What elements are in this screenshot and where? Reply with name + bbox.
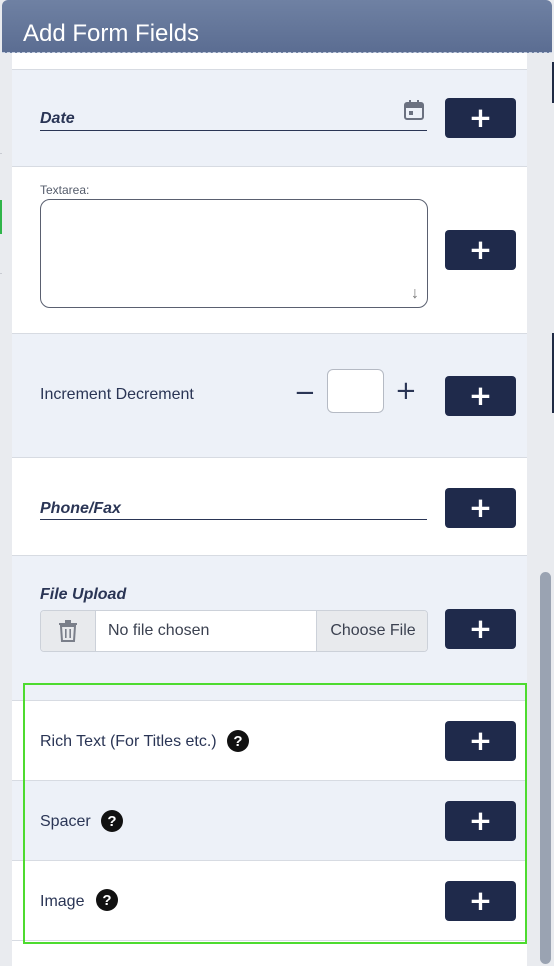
field-row-phone: Phone/Fax + (12, 458, 527, 556)
modal-header: Add Form Fields (2, 0, 552, 53)
field-row-spacer: Spacer ? + (12, 781, 527, 861)
scrollbar-thumb[interactable] (540, 572, 551, 964)
choose-file-button[interactable]: Choose File (316, 611, 427, 651)
svg-text:?: ? (107, 813, 116, 830)
file-upload-field-label: File Upload (40, 586, 127, 603)
phone-field-input[interactable] (40, 519, 427, 520)
plus-icon: + (468, 233, 493, 266)
textarea-field-label: Textarea: (40, 183, 90, 197)
field-list: Date + Textarea: ↓ + Increment Decrement… (12, 53, 527, 966)
plus-icon: + (468, 724, 493, 757)
add-file-upload-button[interactable]: + (445, 609, 516, 649)
add-increment-button[interactable]: + (445, 376, 516, 416)
add-image-button[interactable]: + (445, 881, 516, 921)
file-upload-input[interactable]: No file chosen Choose File (40, 610, 428, 652)
spacer-field-label: Spacer (40, 813, 91, 830)
field-row-rich-text: Rich Text (For Titles etc.) ? + (12, 700, 527, 781)
add-rich-text-button[interactable]: + (445, 721, 516, 761)
field-row-increment: Increment Decrement − + + (12, 334, 527, 458)
list-item (12, 53, 527, 70)
question-circle-icon[interactable]: ? (96, 889, 118, 911)
file-status-text: No file chosen (108, 622, 210, 639)
add-textarea-button[interactable]: + (445, 230, 516, 270)
field-row-file-upload: File Upload No file chosen Choose File + (12, 556, 527, 701)
plus-icon: + (468, 101, 493, 134)
calendar-icon[interactable] (403, 99, 425, 121)
field-row-image: Image ? + (12, 861, 527, 941)
question-circle-icon[interactable]: ? (101, 810, 123, 832)
add-spacer-button[interactable]: + (445, 801, 516, 841)
add-form-fields-modal: Add Form Fields Date + Textarea: ↓ + Inc… (2, 0, 552, 966)
add-date-button[interactable]: + (445, 98, 516, 138)
image-field-label: Image (40, 893, 85, 910)
decrement-button[interactable]: − (294, 378, 316, 408)
phone-field-label: Phone/Fax (40, 500, 121, 517)
date-field-input[interactable] (40, 130, 427, 131)
question-circle-icon[interactable]: ? (227, 730, 249, 752)
plus-icon: + (468, 884, 493, 917)
svg-text:?: ? (102, 892, 111, 909)
field-row-textarea: Textarea: ↓ + (12, 167, 527, 334)
add-phone-button[interactable]: + (445, 488, 516, 528)
svg-text:?: ? (233, 733, 242, 750)
textarea-input[interactable]: ↓ (40, 199, 428, 308)
increment-field-label: Increment Decrement (40, 386, 194, 403)
field-row-date: Date + (12, 70, 527, 167)
plus-icon: + (468, 804, 493, 837)
rich-text-field-label: Rich Text (For Titles etc.) (40, 733, 217, 750)
trash-button[interactable] (41, 611, 96, 651)
plus-icon: + (468, 491, 493, 524)
date-field-label: Date (40, 110, 75, 127)
modal-title: Add Form Fields (23, 20, 200, 47)
quantity-stepper[interactable] (327, 369, 384, 413)
modal-body: Date + Textarea: ↓ + Increment Decrement… (2, 53, 552, 966)
increment-button[interactable]: + (395, 376, 417, 406)
resize-handle-icon[interactable]: ↓ (411, 285, 419, 303)
plus-icon: + (468, 379, 493, 412)
plus-icon: + (468, 612, 493, 645)
trash-icon (59, 620, 77, 642)
